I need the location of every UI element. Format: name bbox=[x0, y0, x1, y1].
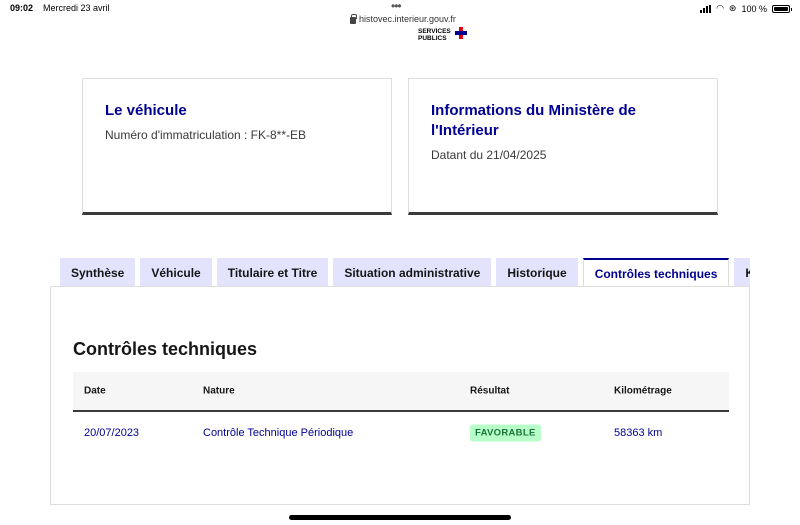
battery-label: 100 % bbox=[741, 3, 767, 14]
lock-icon bbox=[350, 13, 357, 24]
address-bar[interactable]: histovec.interieur.gouv.fr bbox=[350, 13, 456, 24]
result-badge: FAVORABLE bbox=[470, 424, 541, 442]
header-resultat: Résultat bbox=[470, 385, 510, 397]
logo-line-2: PUBLICS bbox=[418, 35, 447, 42]
status-bar: 09:02 Mercredi 23 avril ••• histovec.int… bbox=[0, 0, 800, 30]
table-header: Date Nature Résultat Kilométrage bbox=[73, 372, 729, 412]
data-date: Datant du 21/04/2025 bbox=[431, 148, 547, 162]
plus-icon bbox=[455, 27, 467, 39]
tab-controles-techniques[interactable]: Contrôles techniques bbox=[582, 258, 730, 287]
more-dots-icon[interactable]: ••• bbox=[391, 0, 402, 13]
tab-historique[interactable]: Historique bbox=[496, 258, 578, 287]
inspections-table: Date Nature Résultat Kilométrage 20/07/2… bbox=[73, 372, 729, 454]
cell-nature: Contrôle Technique Périodique bbox=[203, 427, 354, 439]
header-nature: Nature bbox=[203, 385, 235, 397]
url-text: histovec.interieur.gouv.fr bbox=[359, 14, 456, 24]
tab-titulaire[interactable]: Titulaire et Titre bbox=[216, 258, 329, 287]
vehicle-card: Le véhicule Numéro d'immatriculation : F… bbox=[82, 78, 392, 215]
section-title: Contrôles techniques bbox=[73, 339, 258, 359]
date: Mercredi 23 avril bbox=[43, 3, 110, 13]
tab-list: Synthèse Véhicule Titulaire et Titre Sit… bbox=[60, 258, 750, 287]
signal-icon bbox=[700, 4, 712, 13]
home-indicator[interactable] bbox=[289, 515, 511, 520]
ministry-info-card: Informations du Ministère de l'Intérieur… bbox=[408, 78, 718, 215]
cell-date: 20/07/2023 bbox=[84, 427, 140, 439]
header-kilometrage: Kilométrage bbox=[614, 385, 672, 397]
header-date: Date bbox=[84, 385, 106, 397]
battery-icon bbox=[772, 4, 792, 13]
logo-line-1: SERVICES bbox=[418, 28, 451, 35]
tab-vehicule[interactable]: Véhicule bbox=[140, 258, 212, 287]
services-publics-logo[interactable]: SERVICES PUBLICS bbox=[418, 28, 451, 42]
card-title: Informations du Ministère de l'Intérieur bbox=[431, 102, 637, 139]
wifi-icon: ◠ bbox=[716, 3, 724, 13]
tab-situation-administrative[interactable]: Situation administrative bbox=[333, 258, 492, 287]
orientation-lock-icon: ⊛ bbox=[728, 3, 737, 13]
clock: 09:02 bbox=[10, 3, 34, 13]
tab-panel: Contrôles techniques Date Nature Résulta… bbox=[50, 286, 750, 505]
card-title: Le véhicule bbox=[105, 102, 187, 119]
system-indicators: ◠ ⊛ 100 % bbox=[700, 3, 792, 14]
registration-number: Numéro d'immatriculation : FK-8**-EB bbox=[105, 128, 307, 142]
tab-synthese[interactable]: Synthèse bbox=[60, 258, 136, 287]
tab-kilometrage[interactable]: Kilométrage bbox=[734, 258, 750, 287]
cell-km: 58363 km bbox=[614, 427, 663, 439]
table-row: 20/07/2023 Contrôle Technique Périodique… bbox=[73, 412, 729, 454]
